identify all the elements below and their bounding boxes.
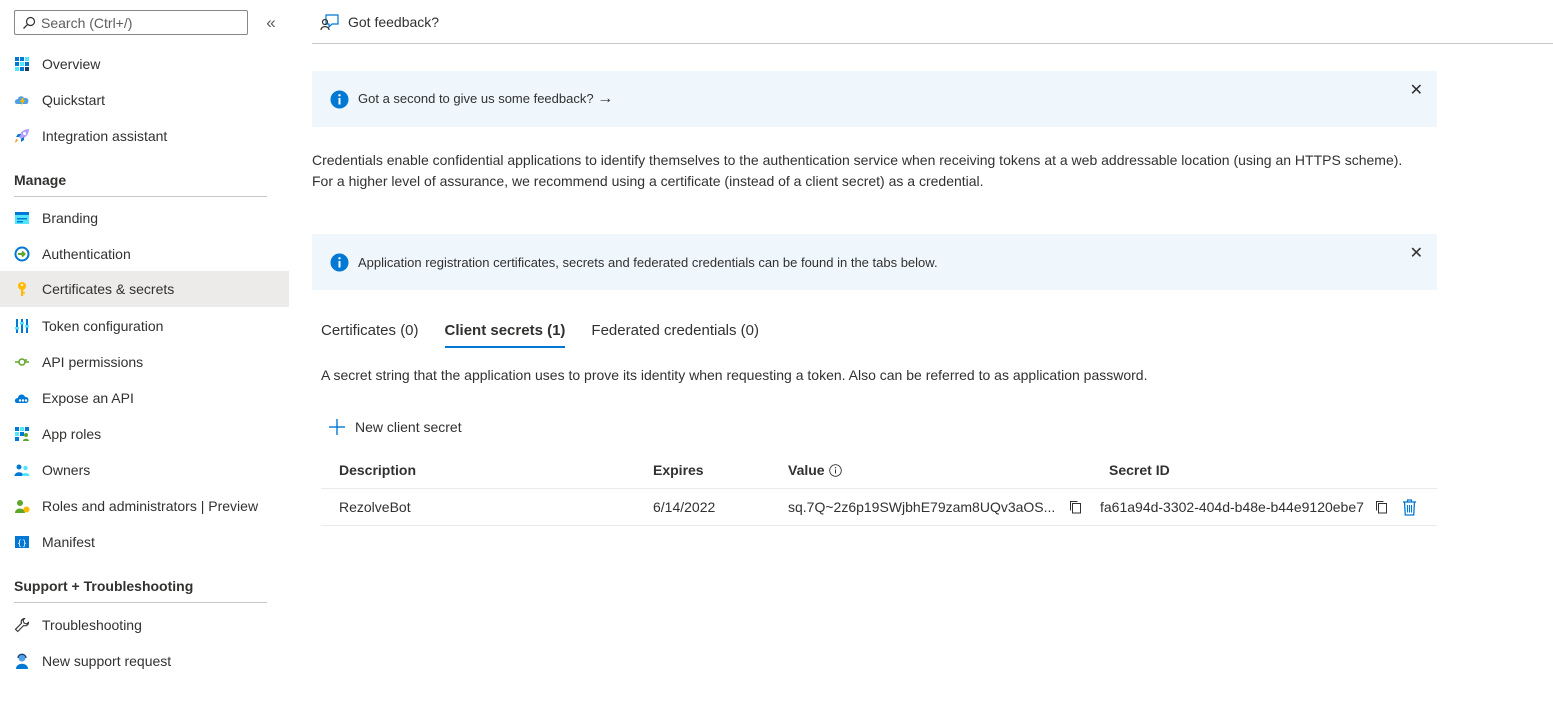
sidebar-item-expose-an-api[interactable]: Expose an API — [0, 380, 289, 416]
sidebar-item-new-support-request[interactable]: New support request — [0, 643, 289, 679]
manifest-icon: {} — [14, 534, 30, 550]
feedback-banner: Got a second to give us some feedback? →… — [312, 71, 1437, 127]
tab-federated-credentials[interactable]: Federated credentials (0) — [591, 322, 759, 348]
sidebar-item-app-roles[interactable]: App roles — [0, 416, 289, 452]
copy-secret-id-button[interactable] — [1375, 500, 1388, 514]
sidebar-item-label: New support request — [42, 653, 172, 669]
branding-icon — [14, 210, 30, 226]
search-box[interactable] — [14, 10, 248, 35]
copy-value-button[interactable] — [1069, 500, 1082, 514]
sidebar-item-roles-and-administrators[interactable]: Roles and administrators | Preview — [0, 488, 289, 524]
sidebar-item-manifest[interactable]: {} Manifest — [0, 524, 289, 560]
sidebar-item-label: API permissions — [42, 354, 144, 370]
secret-expires: 6/14/2022 — [653, 499, 716, 515]
header-secret-id[interactable]: Secret ID — [1109, 452, 1170, 488]
manage-section-heading: Manage — [14, 172, 267, 197]
arrow-right-icon: → — [597, 90, 614, 107]
credentials-tabs: Certificates (0) Client secrets (1) Fede… — [321, 322, 785, 348]
sidebar-item-owners[interactable]: Owners — [0, 452, 289, 488]
secret-id: fa61a94d-3302-404d-b48e-b44e9120ebe7 — [1100, 499, 1364, 515]
close-icon[interactable]: ✕ — [1410, 246, 1423, 262]
tab-client-secrets[interactable]: Client secrets (1) — [444, 322, 566, 348]
sidebar-item-label: Authentication — [42, 246, 131, 262]
feedback-icon — [320, 13, 339, 30]
sidebar-item-label: Owners — [42, 462, 91, 478]
search-icon — [23, 16, 36, 29]
sidebar-item-authentication[interactable]: Authentication — [0, 236, 289, 272]
authentication-icon — [14, 246, 30, 262]
support-person-icon — [14, 653, 30, 669]
copy-icon — [1375, 501, 1387, 514]
info-icon — [330, 90, 349, 108]
plus-icon — [329, 419, 345, 435]
sidebar-item-label: Quickstart — [42, 92, 106, 108]
command-bar: Got feedback? — [312, 0, 1553, 44]
info-icon — [330, 253, 349, 271]
overview-icon — [14, 56, 30, 72]
client-secrets-description: A secret string that the application use… — [321, 367, 1148, 383]
feedback-banner-link[interactable]: Got a second to give us some feedback? → — [358, 90, 613, 108]
got-feedback-button[interactable]: Got feedback? — [320, 13, 439, 31]
sidebar-item-quickstart[interactable]: Quickstart — [0, 82, 289, 118]
collapse-sidebar-button[interactable]: « — [262, 14, 280, 32]
sidebar-item-integration-assistant[interactable]: Integration assistant — [0, 118, 289, 154]
sidebar-item-overview[interactable]: Overview — [0, 46, 289, 82]
client-secrets-table: Description Expires Value Secret ID Rezo… — [321, 452, 1437, 526]
sidebar-item-troubleshooting[interactable]: Troubleshooting — [0, 607, 289, 643]
cloud-icon — [14, 390, 30, 406]
key-icon — [14, 281, 30, 297]
rocket-icon — [14, 128, 30, 144]
new-client-secret-label: New client secret — [355, 419, 462, 435]
sidebar-item-label: Troubleshooting — [42, 617, 142, 633]
feedback-banner-text: Got a second to give us some feedback? — [358, 91, 594, 106]
trash-icon — [1402, 498, 1416, 516]
tab-certificates[interactable]: Certificates (0) — [321, 322, 419, 348]
search-input[interactable] — [41, 14, 231, 31]
sidebar-item-label: App roles — [42, 426, 102, 442]
sidebar-item-label: Integration assistant — [42, 128, 168, 144]
sidebar-item-api-permissions[interactable]: API permissions — [0, 344, 289, 380]
roles-icon — [14, 498, 30, 514]
sidebar-item-label: Token configuration — [42, 318, 164, 334]
table-header: Description Expires Value Secret ID — [321, 452, 1437, 489]
token-icon — [14, 318, 30, 334]
header-value-label: Value — [788, 462, 825, 478]
owners-icon — [14, 462, 30, 478]
wrench-icon — [14, 617, 30, 633]
got-feedback-label: Got feedback? — [348, 13, 440, 30]
secret-value: sq.7Q~2z6p19SWjbhE79zam8UQv3aOS... — [788, 499, 1056, 515]
info-banner-text: Application registration certificates, s… — [358, 254, 938, 270]
table-row: RezolveBot 6/14/2022 sq.7Q~2z6p19SWjbhE7… — [321, 489, 1437, 526]
header-description[interactable]: Description — [339, 452, 416, 488]
svg-text:{}: {} — [17, 539, 27, 548]
info-outline-icon[interactable] — [828, 463, 842, 477]
sidebar-item-label: Overview — [42, 56, 101, 72]
support-section-heading: Support + Troubleshooting — [14, 578, 267, 603]
sidebar-item-label: Expose an API — [42, 390, 134, 406]
sidebar-item-token-configuration[interactable]: Token configuration — [0, 308, 289, 344]
api-permissions-icon — [14, 354, 30, 370]
sidebar: « Overview Quickstart — [0, 0, 289, 720]
header-expires[interactable]: Expires — [653, 452, 704, 488]
sidebar-item-label: Manifest — [42, 534, 95, 550]
delete-secret-button[interactable] — [1402, 498, 1417, 516]
quickstart-icon — [14, 92, 30, 108]
secret-id-cell: fa61a94d-3302-404d-b48e-b44e9120ebe7 — [1100, 489, 1417, 525]
sidebar-item-label: Certificates & secrets — [42, 281, 175, 297]
sidebar-item-label: Roles and administrators | Preview — [42, 498, 259, 514]
app-roles-icon — [14, 426, 30, 442]
secret-description: RezolveBot — [339, 499, 411, 515]
sidebar-item-certificates-secrets[interactable]: Certificates & secrets — [0, 271, 289, 307]
sidebar-item-branding[interactable]: Branding — [0, 200, 289, 236]
secret-value-cell: sq.7Q~2z6p19SWjbhE79zam8UQv3aOS... — [788, 489, 1082, 525]
sidebar-item-label: Branding — [42, 210, 99, 226]
main-content: Got feedback? Got a second to give us so… — [312, 0, 1553, 720]
credentials-description: Credentials enable confidential applicat… — [312, 152, 1403, 189]
copy-icon — [1070, 501, 1082, 514]
close-icon[interactable]: ✕ — [1410, 83, 1423, 99]
header-value[interactable]: Value — [788, 452, 842, 488]
new-client-secret-button[interactable]: New client secret — [328, 418, 462, 436]
info-banner: Application registration certificates, s… — [312, 234, 1437, 290]
